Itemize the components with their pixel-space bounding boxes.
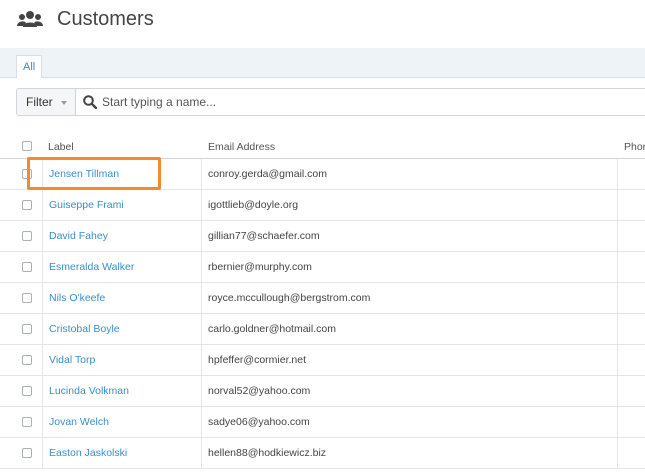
- column-divider: [42, 159, 43, 189]
- column-divider: [617, 159, 618, 189]
- customer-name-link[interactable]: Vidal Torp: [49, 354, 95, 366]
- column-divider: [617, 345, 618, 375]
- table-row[interactable]: Nils O'keefe royce.mccullough@bergstrom.c…: [0, 283, 645, 314]
- column-divider: [42, 252, 43, 282]
- table-row[interactable]: David Fahey gillian77@schaefer.com: [0, 221, 645, 252]
- column-header-email[interactable]: Email Address: [208, 141, 275, 153]
- table-row[interactable]: Easton Jaskolski hellen88@hodkiewicz.biz: [0, 438, 645, 469]
- column-divider: [617, 376, 618, 406]
- column-divider: [201, 407, 202, 437]
- column-divider: [617, 190, 618, 220]
- row-checkbox[interactable]: [22, 200, 32, 210]
- page-title: Customers: [57, 8, 154, 30]
- customer-name-link[interactable]: Jovan Welch: [49, 416, 109, 428]
- column-divider: [201, 314, 202, 344]
- search-input[interactable]: [102, 92, 622, 112]
- table-body: Jensen Tillman conroy.gerda@gmail.com Guis…: [0, 159, 645, 469]
- search-box: [75, 88, 645, 116]
- column-divider: [201, 345, 202, 375]
- customer-name-link[interactable]: Guiseppe Frami: [49, 199, 124, 211]
- table-row[interactable]: Lucinda Volkman norval52@yahoo.com: [0, 376, 645, 407]
- filter-bar: Filter: [0, 78, 645, 122]
- table-row[interactable]: Cristobal Boyle carlo.goldner@hotmail.com: [0, 314, 645, 345]
- caret-down-icon: [61, 101, 67, 105]
- customer-email: hpfeffer@cormier.net: [208, 354, 307, 366]
- table-row[interactable]: Guiseppe Frami igottlieb@doyle.org: [0, 190, 645, 221]
- column-divider: [42, 221, 43, 251]
- row-checkbox[interactable]: [22, 324, 32, 334]
- column-divider: [617, 221, 618, 251]
- column-divider: [42, 407, 43, 437]
- column-header-label[interactable]: Label: [48, 141, 74, 153]
- row-checkbox[interactable]: [22, 355, 32, 365]
- column-divider: [617, 252, 618, 282]
- column-divider: [201, 376, 202, 406]
- column-divider: [617, 283, 618, 313]
- select-all-checkbox[interactable]: [22, 141, 32, 151]
- customer-name-link[interactable]: Jensen Tillman: [49, 168, 119, 180]
- row-checkbox[interactable]: [22, 386, 32, 396]
- users-icon: [17, 11, 43, 27]
- column-divider: [42, 190, 43, 220]
- table-row[interactable]: Esmeralda Walker rbernier@murphy.com: [0, 252, 645, 283]
- column-divider: [42, 283, 43, 313]
- row-checkbox[interactable]: [22, 262, 32, 272]
- column-divider: [201, 159, 202, 189]
- table-row[interactable]: Jovan Welch sadye06@yahoo.com: [0, 407, 645, 438]
- row-checkbox[interactable]: [22, 448, 32, 458]
- customer-name-link[interactable]: David Fahey: [49, 230, 108, 242]
- column-divider: [201, 252, 202, 282]
- customer-email: gillian77@schaefer.com: [208, 230, 320, 242]
- row-checkbox[interactable]: [22, 231, 32, 241]
- customer-email: sadye06@yahoo.com: [208, 416, 310, 428]
- table-row[interactable]: Jensen Tillman conroy.gerda@gmail.com: [0, 159, 645, 190]
- customers-table: Label Email Address Phone Jensen Tillman…: [0, 134, 645, 469]
- row-checkbox[interactable]: [22, 293, 32, 303]
- customer-email: rbernier@murphy.com: [208, 261, 312, 273]
- customer-email: igottlieb@doyle.org: [208, 199, 299, 211]
- customer-email: norval52@yahoo.com: [208, 385, 311, 397]
- search-icon: [83, 95, 97, 109]
- customer-name-link[interactable]: Easton Jaskolski: [49, 447, 127, 459]
- tab-all[interactable]: All: [16, 55, 43, 79]
- customer-email: carlo.goldner@hotmail.com: [208, 323, 336, 335]
- customer-name-link[interactable]: Lucinda Volkman: [49, 385, 129, 397]
- column-divider: [617, 407, 618, 437]
- column-divider: [617, 438, 618, 468]
- column-divider: [42, 345, 43, 375]
- column-header-phone[interactable]: Phone: [624, 141, 645, 153]
- customer-name-link[interactable]: Esmeralda Walker: [49, 261, 134, 273]
- filter-button-label: Filter: [26, 95, 53, 109]
- table-row[interactable]: Vidal Torp hpfeffer@cormier.net: [0, 345, 645, 376]
- column-divider: [201, 283, 202, 313]
- column-divider: [42, 376, 43, 406]
- column-divider: [42, 438, 43, 468]
- customer-email: royce.mccullough@bergstrom.com: [208, 292, 371, 304]
- column-divider: [201, 438, 202, 468]
- column-divider: [617, 314, 618, 344]
- row-checkbox[interactable]: [22, 417, 32, 427]
- customer-email: conroy.gerda@gmail.com: [208, 168, 328, 180]
- customer-email: hellen88@hodkiewicz.biz: [208, 447, 327, 459]
- customer-name-link[interactable]: Nils O'keefe: [49, 292, 105, 304]
- table-header: Label Email Address Phone: [0, 134, 645, 159]
- page-header: Customers: [0, 0, 645, 48]
- row-checkbox[interactable]: [22, 169, 32, 179]
- tab-bar: All: [0, 48, 645, 79]
- filter-dropdown-button[interactable]: Filter: [16, 88, 76, 116]
- customer-name-link[interactable]: Cristobal Boyle: [49, 323, 120, 335]
- column-divider: [201, 190, 202, 220]
- column-divider: [201, 221, 202, 251]
- column-divider: [42, 314, 43, 344]
